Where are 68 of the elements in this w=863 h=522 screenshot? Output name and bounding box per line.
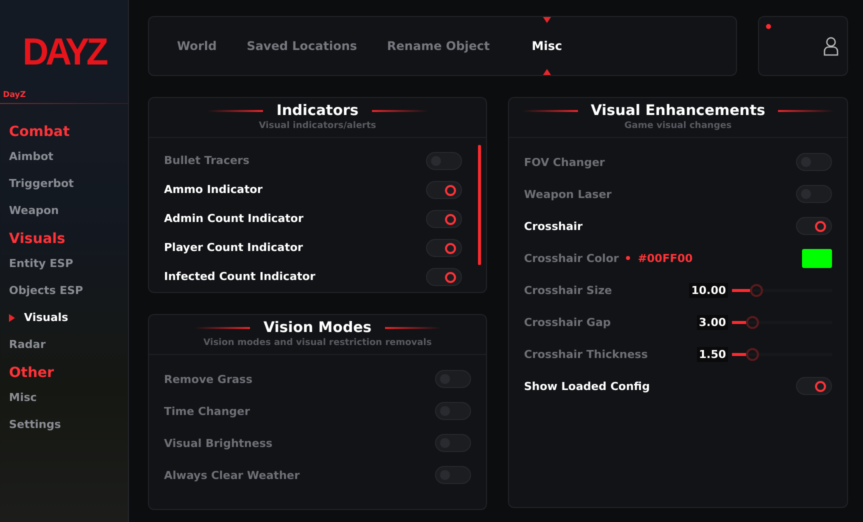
panel-subtitle: Visual indicators/alerts: [258, 121, 376, 131]
setting-label: Always Clear Weather: [164, 468, 300, 482]
sidebar-item[interactable]: Aimbot: [0, 144, 128, 171]
scrollbar[interactable]: [478, 145, 481, 265]
setting-label: Remove Grass: [164, 372, 252, 386]
panel-title: Visual Enhancements: [590, 103, 766, 119]
slider-value: 3.00: [696, 314, 728, 330]
sidebar-item[interactable]: Objects ESP: [0, 278, 128, 305]
toggle-switch[interactable]: [435, 466, 471, 484]
color-swatch[interactable]: [802, 248, 832, 268]
setting-label: Weapon Laser: [524, 188, 612, 200]
toggle-switch[interactable]: [796, 185, 832, 203]
bullet-icon: [626, 256, 630, 260]
sidebar-item[interactable]: Settings: [0, 412, 128, 439]
setting-label: Crosshair: [524, 220, 583, 232]
setting-label: Crosshair Gap: [524, 316, 611, 328]
sidebar-item[interactable]: Triggerbot: [0, 171, 128, 198]
game-label: DayZ: [3, 90, 27, 99]
setting-label: Bullet Tracers: [164, 154, 250, 167]
toggle-switch[interactable]: [435, 434, 471, 452]
section-title: Visuals: [8, 230, 66, 249]
setting-label: Crosshair Size: [524, 284, 612, 296]
triangle-icon: [542, 69, 551, 75]
setting-label: Ammo Indicator: [164, 183, 263, 196]
setting-label: Admin Count Indicator: [164, 212, 304, 225]
panel-title: Indicators: [276, 103, 359, 119]
setting-label: FOV Changer: [524, 156, 605, 168]
setting-label: Show Loaded Config: [524, 380, 650, 392]
toggle-switch[interactable]: [426, 268, 462, 286]
triangle-icon: [9, 314, 15, 322]
sidebar-item[interactable]: Visuals: [0, 305, 128, 332]
color-value: #00FF00: [638, 252, 693, 264]
setting-label: Player Count Indicator: [164, 241, 303, 254]
toggle-switch[interactable]: [435, 402, 471, 420]
sidebar-item[interactable]: Radar: [0, 332, 128, 359]
tab[interactable]: World: [177, 39, 217, 53]
sidebar-item[interactable]: Misc: [0, 385, 128, 412]
toggle-switch[interactable]: [426, 152, 462, 170]
slider-thumb[interactable]: [746, 316, 759, 328]
slider-value: 10.00: [689, 282, 728, 298]
tab[interactable]: Rename Object: [387, 39, 490, 53]
panel-subtitle: Vision modes and visual restriction removals: [203, 338, 432, 348]
slider-value: 1.50: [696, 346, 728, 362]
toggle-switch[interactable]: [426, 180, 462, 198]
setting-label: Visual Brightness: [164, 436, 272, 450]
toggle-switch[interactable]: [426, 238, 462, 256]
user-icon[interactable]: [823, 36, 839, 56]
logo: DAYZ: [22, 28, 106, 75]
section-title: Other: [8, 364, 55, 383]
setting-label: Infected Count Indicator: [164, 270, 316, 283]
panel-subtitle: Game visual changes: [624, 121, 732, 131]
panel-title: Vision Modes: [263, 320, 372, 336]
toggle-switch[interactable]: [796, 377, 832, 395]
tab[interactable]: Saved Locations: [246, 39, 358, 53]
sidebar-item[interactable]: Entity ESP: [0, 251, 128, 278]
slider-thumb[interactable]: [746, 348, 759, 360]
slider-thumb[interactable]: [750, 284, 763, 296]
toggle-switch[interactable]: [426, 210, 462, 228]
toggle-switch[interactable]: [796, 153, 832, 171]
section-title: Combat: [8, 123, 71, 142]
setting-label: Crosshair Thickness: [524, 348, 648, 360]
setting-label: Time Changer: [164, 404, 250, 418]
setting-label: Crosshair Color: [524, 252, 619, 264]
sidebar-item[interactable]: Weapon: [0, 198, 128, 225]
triangle-icon: [542, 17, 551, 23]
tab[interactable]: Misc: [532, 39, 562, 53]
toggle-switch[interactable]: [435, 370, 471, 388]
toggle-switch[interactable]: [796, 217, 832, 235]
